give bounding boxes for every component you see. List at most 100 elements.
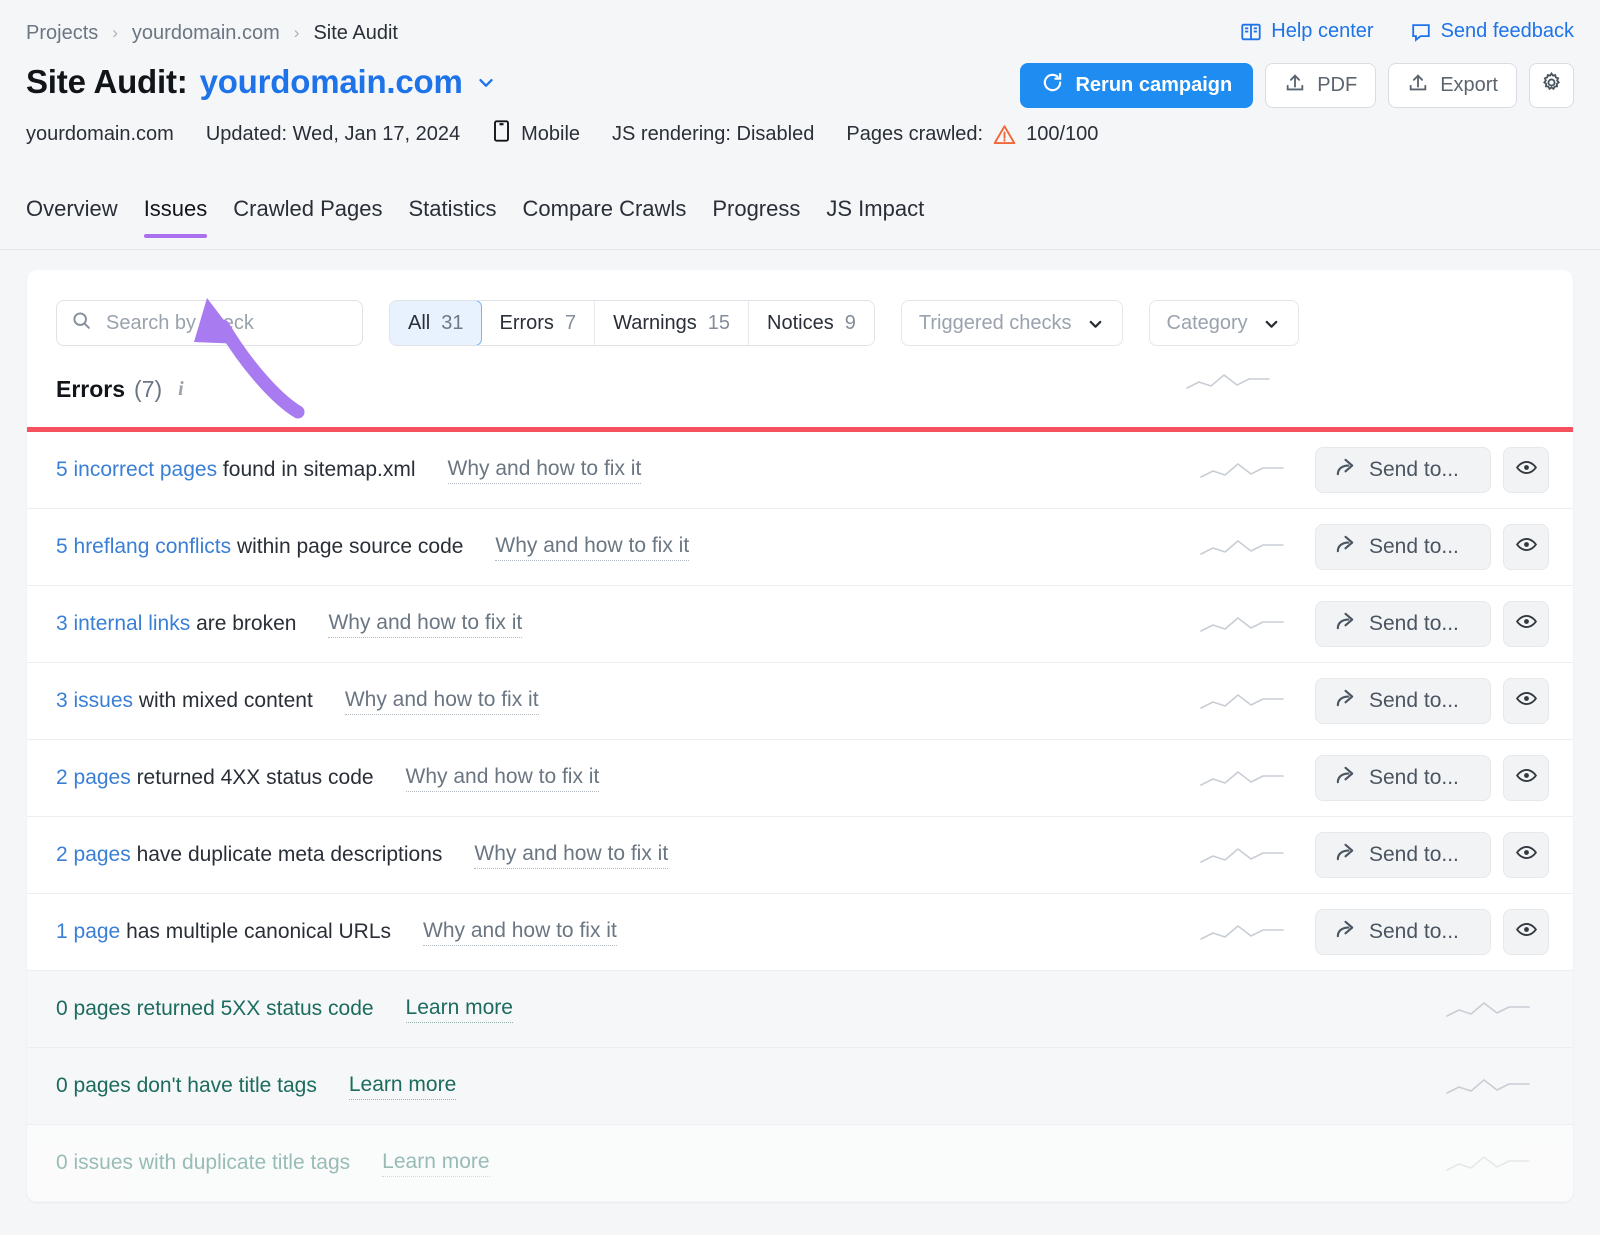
site-audit-page: Projects › yourdomain.com › Site Audit H… xyxy=(0,0,1600,1235)
meta-pages-crawled-label: Pages crawled: xyxy=(846,123,983,146)
tab-progress[interactable]: Progress xyxy=(712,196,800,238)
segment-notices[interactable]: Notices9 xyxy=(749,301,874,345)
issue-row-count[interactable]: 2 pages xyxy=(56,766,131,789)
issue-row[interactable]: 3 internal links are broken Why and how t… xyxy=(27,586,1573,663)
issue-row-text: 3 issues with mixed content xyxy=(56,689,313,713)
issue-row-count[interactable]: 0 issues xyxy=(56,1151,133,1174)
issue-row-count[interactable]: 5 hreflang conflicts xyxy=(56,535,231,558)
segment-warnings[interactable]: Warnings15 xyxy=(595,301,749,345)
tab-crawled-pages[interactable]: Crawled Pages xyxy=(233,196,382,238)
tab-overview[interactable]: Overview xyxy=(26,196,118,238)
sparkline-icon xyxy=(1199,842,1285,868)
help-center-link[interactable]: Help center xyxy=(1240,20,1373,43)
segment-count: 7 xyxy=(565,312,576,335)
toggle-visibility-button[interactable] xyxy=(1503,832,1549,878)
issue-row-actions: Send to... xyxy=(1199,586,1549,662)
send-to-button[interactable]: Send to... xyxy=(1315,678,1491,724)
issue-row-count[interactable]: 0 pages xyxy=(56,1074,131,1097)
issue-row-count[interactable]: 3 issues xyxy=(56,689,133,712)
send-to-label: Send to... xyxy=(1369,458,1459,482)
errors-section-count: (7) xyxy=(134,376,162,403)
segment-count: 31 xyxy=(441,312,463,335)
issue-row[interactable]: 0 pages don't have title tagsLearn more xyxy=(27,1048,1573,1125)
info-icon[interactable]: i xyxy=(178,378,184,401)
why-and-how-to-fix-it-link[interactable]: Why and how to fix it xyxy=(474,842,668,869)
tab-compare-crawls[interactable]: Compare Crawls xyxy=(523,196,687,238)
tabs-divider xyxy=(0,249,1600,250)
page-title-domain[interactable]: yourdomain.com xyxy=(200,63,463,101)
triggered-checks-dropdown[interactable]: Triggered checks xyxy=(901,300,1123,346)
learn-more-link[interactable]: Learn more xyxy=(382,1150,489,1177)
send-to-button[interactable]: Send to... xyxy=(1315,601,1491,647)
segment-errors[interactable]: Errors7 xyxy=(481,301,595,345)
toggle-visibility-button[interactable] xyxy=(1503,755,1549,801)
search-box[interactable] xyxy=(56,300,363,346)
issue-row[interactable]: 5 hreflang conflicts within page source … xyxy=(27,509,1573,586)
tab-js-impact[interactable]: JS Impact xyxy=(826,196,924,238)
gear-icon xyxy=(1540,71,1563,100)
issue-row-count[interactable]: 0 pages xyxy=(56,997,131,1020)
send-to-button[interactable]: Send to... xyxy=(1315,909,1491,955)
issue-row-description: has multiple canonical URLs xyxy=(120,920,391,943)
issue-row[interactable]: 0 issues with duplicate title tagsLearn … xyxy=(27,1125,1573,1202)
tab-issues[interactable]: Issues xyxy=(144,196,208,238)
sparkline-icon xyxy=(1445,1150,1531,1176)
send-feedback-label: Send feedback xyxy=(1441,20,1574,43)
export-button[interactable]: Export xyxy=(1388,63,1517,108)
issue-row-count[interactable]: 1 page xyxy=(56,920,120,943)
eye-icon xyxy=(1515,456,1538,484)
send-feedback-link[interactable]: Send feedback xyxy=(1410,20,1574,43)
pdf-export-button[interactable]: PDF xyxy=(1265,63,1376,108)
page-title: Site Audit: yourdomain.com xyxy=(26,63,497,101)
meta-js-rendering: JS rendering: Disabled xyxy=(612,123,814,146)
search-input[interactable] xyxy=(104,311,348,336)
sparkline-icon xyxy=(1199,688,1285,714)
meta-pages-crawled-value: 100/100 xyxy=(1026,123,1098,146)
eye-icon xyxy=(1515,533,1538,561)
warning-triangle-icon xyxy=(993,124,1016,145)
why-and-how-to-fix-it-link[interactable]: Why and how to fix it xyxy=(448,457,642,484)
settings-button[interactable] xyxy=(1529,63,1574,108)
issue-row-count[interactable]: 3 internal links xyxy=(56,612,190,635)
issue-row[interactable]: 3 issues with mixed content Why and how t… xyxy=(27,663,1573,740)
issue-row[interactable]: 5 incorrect pages found in sitemap.xmlWh… xyxy=(27,432,1573,509)
toggle-visibility-button[interactable] xyxy=(1503,601,1549,647)
rerun-campaign-button[interactable]: Rerun campaign xyxy=(1020,63,1253,108)
chevron-down-icon[interactable] xyxy=(475,71,497,93)
tab-statistics[interactable]: Statistics xyxy=(408,196,496,238)
breadcrumb-separator: › xyxy=(294,23,300,43)
segment-all[interactable]: All 31 xyxy=(389,300,482,346)
breadcrumb-item-site-audit[interactable]: Site Audit xyxy=(313,22,398,45)
toggle-visibility-button[interactable] xyxy=(1503,524,1549,570)
toggle-visibility-button[interactable] xyxy=(1503,447,1549,493)
triggered-checks-label: Triggered checks xyxy=(919,312,1072,335)
learn-more-link[interactable]: Learn more xyxy=(349,1073,456,1100)
send-to-button[interactable]: Send to... xyxy=(1315,832,1491,878)
meta-device: Mobile xyxy=(492,120,580,148)
learn-more-link[interactable]: Learn more xyxy=(406,996,513,1023)
why-and-how-to-fix-it-link[interactable]: Why and how to fix it xyxy=(328,611,522,638)
issue-row[interactable]: 1 page has multiple canonical URLs Why an… xyxy=(27,894,1573,971)
breadcrumb-item-domain[interactable]: yourdomain.com xyxy=(132,22,280,45)
issue-row-count[interactable]: 2 pages xyxy=(56,843,131,866)
why-and-how-to-fix-it-link[interactable]: Why and how to fix it xyxy=(345,688,539,715)
send-to-button[interactable]: Send to... xyxy=(1315,524,1491,570)
send-to-label: Send to... xyxy=(1369,920,1459,944)
issue-row[interactable]: 2 pages returned 4XX status codeWhy and … xyxy=(27,740,1573,817)
send-to-button[interactable]: Send to... xyxy=(1315,447,1491,493)
issue-type-segmented-control: All 31 Errors7Warnings15Notices9 xyxy=(389,300,875,346)
why-and-how-to-fix-it-link[interactable]: Why and how to fix it xyxy=(423,919,617,946)
issue-row-description: are broken xyxy=(190,612,296,635)
issue-row[interactable]: 2 pages have duplicate meta descriptions… xyxy=(27,817,1573,894)
category-dropdown[interactable]: Category xyxy=(1149,300,1299,346)
breadcrumb-item-projects[interactable]: Projects xyxy=(26,22,98,45)
sparkline-icon xyxy=(1185,368,1271,399)
send-to-button[interactable]: Send to... xyxy=(1315,755,1491,801)
segment-label: All xyxy=(408,312,430,335)
issue-row[interactable]: 0 pages returned 5XX status codeLearn mo… xyxy=(27,971,1573,1048)
issue-row-count[interactable]: 5 incorrect pages xyxy=(56,458,217,481)
why-and-how-to-fix-it-link[interactable]: Why and how to fix it xyxy=(406,765,600,792)
toggle-visibility-button[interactable] xyxy=(1503,909,1549,955)
toggle-visibility-button[interactable] xyxy=(1503,678,1549,724)
why-and-how-to-fix-it-link[interactable]: Why and how to fix it xyxy=(495,534,689,561)
